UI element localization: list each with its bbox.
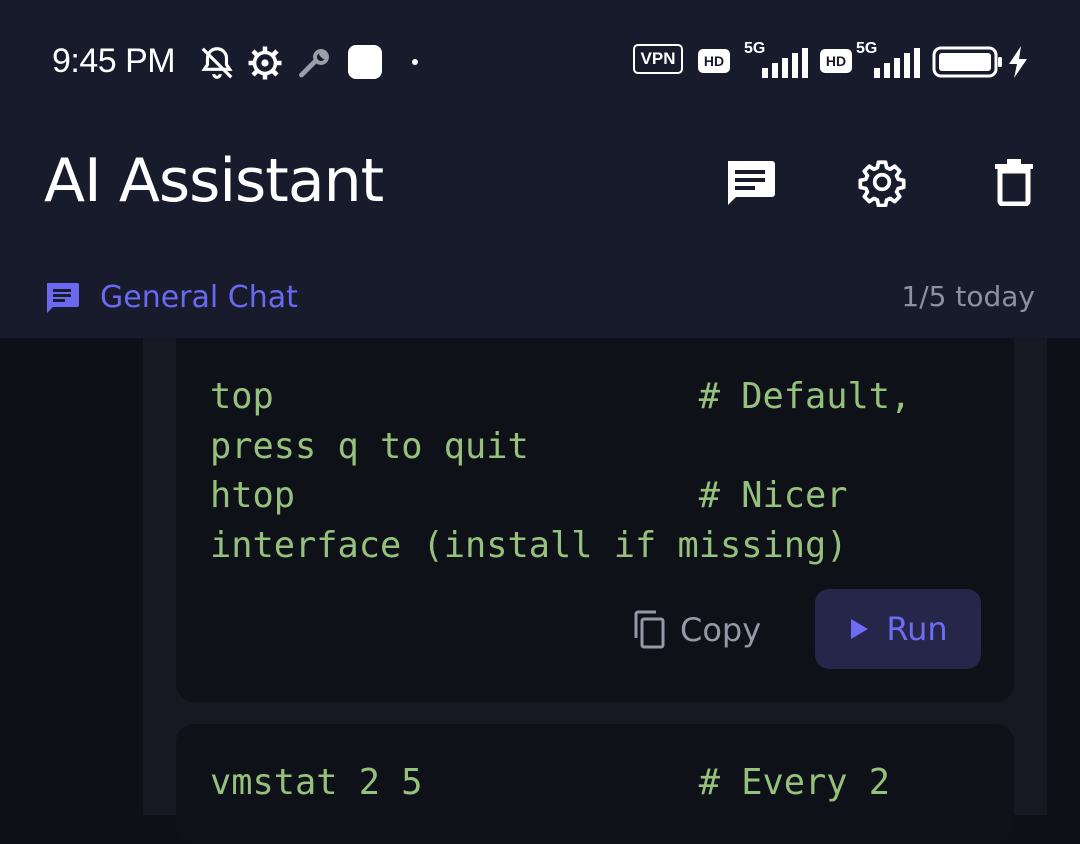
settings-button[interactable] (850, 150, 914, 214)
battery-icon (932, 46, 1002, 78)
chat-selector[interactable]: General Chat 1/5 today (0, 262, 1080, 336)
chat-name: General Chat (100, 280, 298, 315)
vpn-icon: VPN (633, 44, 683, 74)
code-text: vmstat 2 5 # Every 2 (210, 762, 891, 803)
copy-button[interactable]: Copy (632, 604, 761, 656)
app-square-icon (348, 45, 382, 79)
run-button[interactable]: Run (815, 589, 981, 669)
copy-label: Copy (680, 611, 762, 649)
gear-icon (248, 46, 282, 80)
code-block: vmstat 2 5 # Every 2 (176, 724, 1014, 844)
code-text: top # Default, press q to quit htop # Ni… (210, 376, 912, 567)
chat-icon (47, 283, 79, 313)
status-bar: 9:45 PM VPN HD 5G HD 5G (0, 30, 1080, 94)
app-header: 9:45 PM VPN HD 5G HD 5G AI Assistant Gen… (0, 0, 1080, 338)
play-icon (851, 619, 869, 639)
page-title: AI Assistant (44, 146, 384, 216)
status-time: 9:45 PM (52, 42, 176, 80)
delete-chat-button[interactable] (982, 150, 1046, 214)
signal-icon (874, 48, 920, 78)
settings-icon (858, 160, 906, 207)
run-label: Run (886, 610, 948, 648)
usage-counter: 1/5 today (901, 280, 1035, 313)
bell-muted-icon (201, 47, 233, 79)
dot-icon (412, 59, 418, 65)
delete-icon (995, 159, 1033, 206)
charging-icon (1009, 46, 1027, 78)
code-block: top # Default, press q to quit htop # Ni… (176, 338, 1014, 702)
hd-icon: HD (698, 49, 730, 73)
signal-icon (762, 48, 808, 78)
hd-icon: HD (820, 49, 852, 73)
copy-icon (634, 610, 665, 649)
wrench-icon (299, 49, 329, 78)
chat-history-button[interactable] (718, 150, 782, 214)
chat-history-icon (728, 161, 775, 205)
